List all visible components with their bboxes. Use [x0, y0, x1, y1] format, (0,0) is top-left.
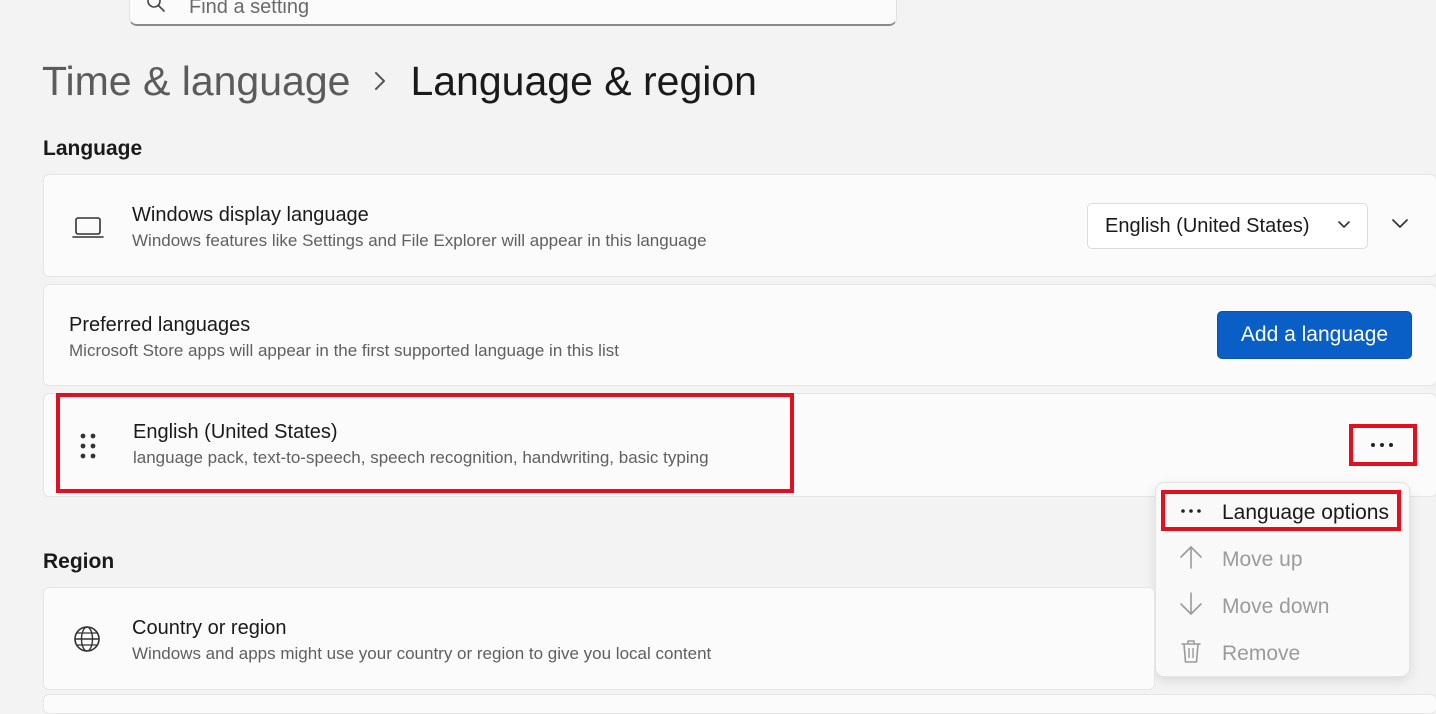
menu-item-remove[interactable]: Remove — [1156, 630, 1409, 674]
more-icon — [1371, 443, 1393, 447]
chevron-right-icon — [350, 56, 410, 106]
country-region-description: Windows and apps might use your country … — [132, 644, 712, 663]
display-language-selected: English (United States) — [1105, 215, 1310, 237]
menu-item-label: Move up — [1222, 548, 1303, 571]
arrow-down-icon — [1180, 592, 1202, 615]
preferred-languages-description: Microsoft Store apps will appear in the … — [69, 341, 619, 360]
arrow-up-icon — [1180, 546, 1202, 569]
expand-chevron-icon[interactable] — [1391, 218, 1409, 230]
language-context-menu: Language options Move up Move down Remov… — [1155, 482, 1410, 677]
chevron-down-icon — [1338, 221, 1350, 228]
breadcrumb: Time & language Language & region — [42, 56, 757, 106]
next-card — [43, 694, 1436, 714]
display-language-card: Windows display language Windows feature… — [43, 174, 1436, 277]
section-heading-language: Language — [43, 137, 143, 160]
display-language-description: Windows features like Settings and File … — [132, 231, 707, 250]
drag-handle-icon[interactable] — [79, 432, 97, 460]
add-language-button[interactable]: Add a language — [1217, 311, 1412, 359]
preferred-languages-title: Preferred languages — [69, 314, 251, 336]
search-input[interactable]: Find a setting — [189, 0, 309, 19]
display-language-title: Windows display language — [132, 204, 369, 226]
more-icon — [1181, 509, 1201, 513]
language-item-features: language pack, text-to-speech, speech re… — [133, 448, 709, 467]
language-item-name: English (United States) — [133, 421, 338, 443]
country-region-title: Country or region — [132, 617, 287, 639]
menu-item-move-down[interactable]: Move down — [1156, 583, 1409, 627]
search-box[interactable]: Find a setting — [129, 0, 897, 26]
trash-icon — [1181, 640, 1201, 663]
menu-item-label: Move down — [1222, 595, 1330, 618]
menu-item-move-up[interactable]: Move up — [1156, 536, 1409, 580]
laptop-icon — [72, 217, 104, 238]
menu-item-label: Remove — [1222, 642, 1301, 665]
preferred-languages-card: Preferred languages Microsoft Store apps… — [43, 284, 1436, 386]
display-language-dropdown[interactable]: English (United States) — [1087, 203, 1368, 249]
menu-item-label: Language options — [1222, 501, 1389, 524]
menu-item-language-options[interactable]: Language options — [1156, 489, 1409, 533]
search-icon — [147, 0, 165, 12]
country-region-card: Country or region Windows and apps might… — [43, 587, 1155, 690]
section-heading-region: Region — [43, 550, 115, 573]
breadcrumb-parent[interactable]: Time & language — [42, 58, 350, 105]
more-options-button[interactable] — [1353, 428, 1411, 462]
page-title: Language & region — [410, 57, 757, 104]
globe-icon — [74, 626, 100, 652]
